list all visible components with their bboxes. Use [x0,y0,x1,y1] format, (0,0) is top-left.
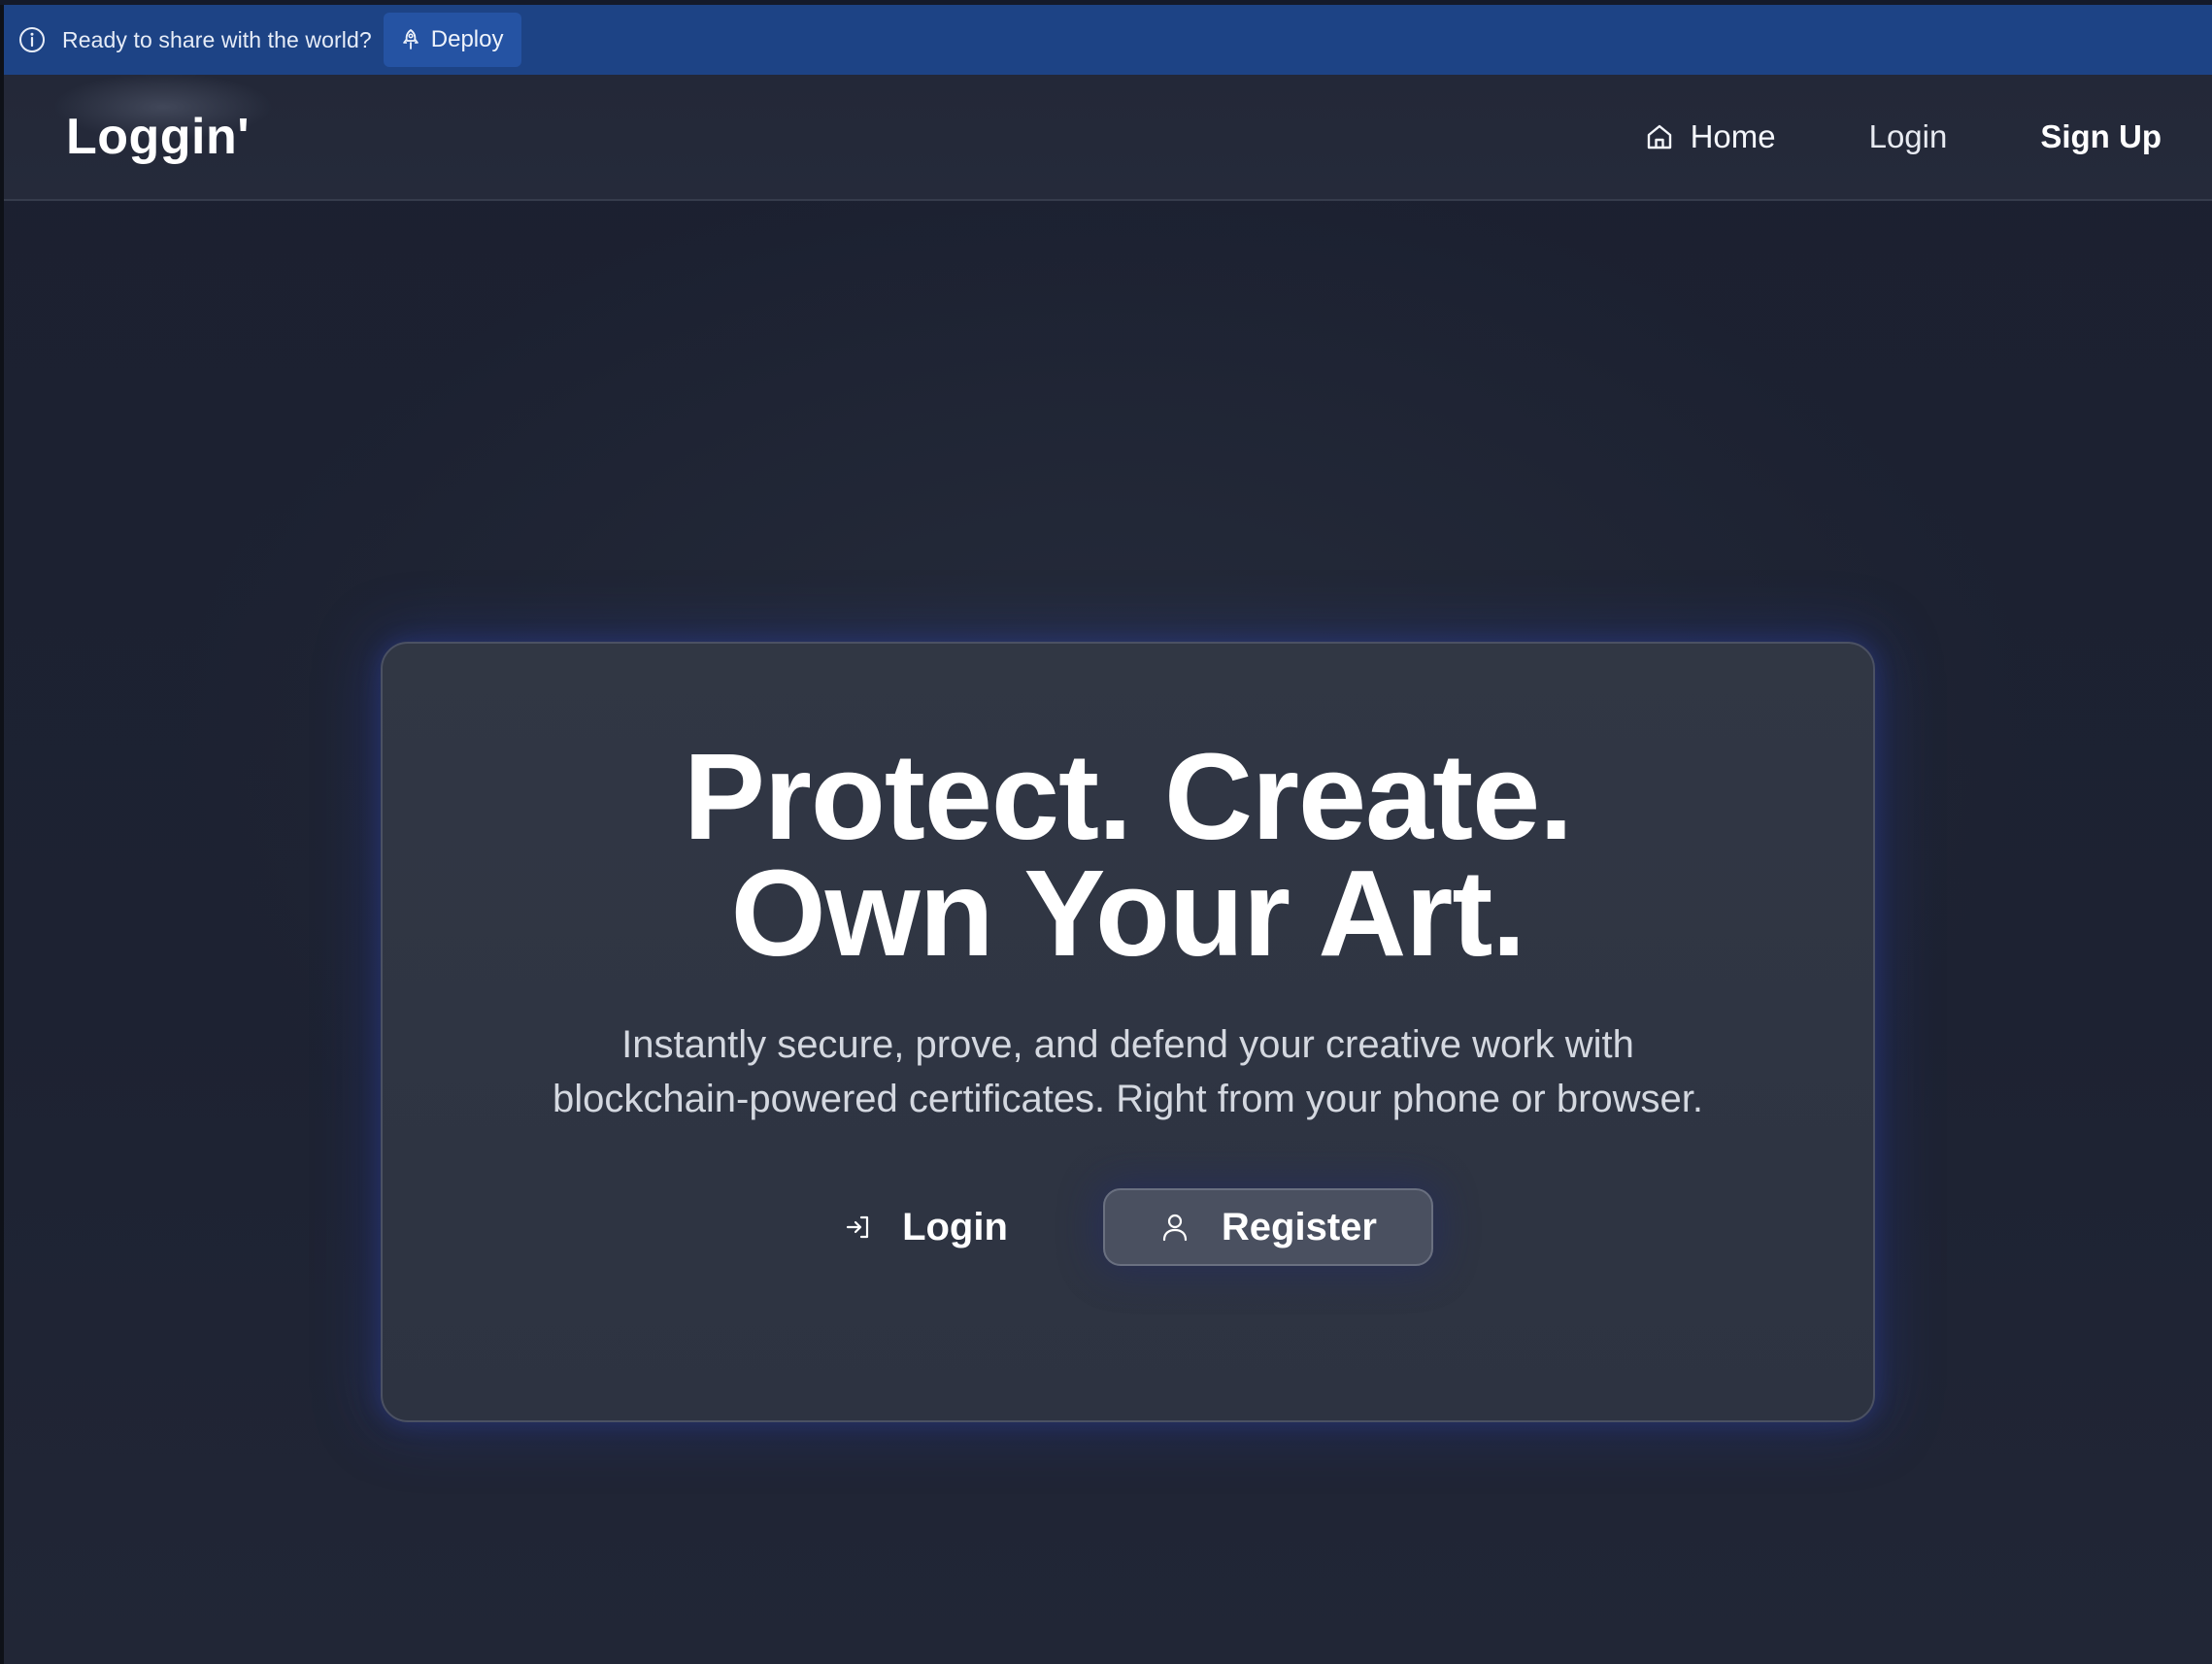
hero-title: Protect. Create. Own Your Art. [383,728,1873,982]
hero-title-line-2: Own Your Art. [730,845,1526,982]
hero-subtitle: Instantly secure, prove, and defend your… [383,1017,1873,1126]
hero-title-line-1: Protect. Create. [683,728,1573,865]
hero-register-button[interactable]: Register [1102,1188,1433,1266]
hero-login-button[interactable]: Login [822,1188,1027,1266]
deploy-banner: Ready to share with the world? Deploy [4,5,2212,75]
banner-message: Ready to share with the world? [62,26,372,52]
hero-register-label: Register [1221,1205,1377,1248]
nav-login-link[interactable]: Login [1869,118,1948,155]
hero-subtitle-line-1: Instantly secure, prove, and defend your… [621,1023,1634,1066]
deploy-label: Deploy [430,26,504,52]
rocket-icon [399,27,422,52]
nav-links: Home Login Sign Up [1644,75,2162,199]
site-logo[interactable]: Loggin' [66,108,250,166]
nav-home-label: Home [1690,118,1776,154]
info-circle-icon [17,25,47,54]
nav-signup-link[interactable]: Sign Up [2040,118,2162,155]
hero-login-label: Login [902,1205,1008,1248]
nav-home-link[interactable]: Home [1644,118,1776,155]
deploy-button[interactable]: Deploy [383,13,521,67]
user-icon [1159,1212,1190,1243]
hero-actions: Login Register [383,1188,1873,1266]
home-icon [1644,121,1675,152]
top-navbar: Loggin' Home Login Sign Up [4,75,2212,201]
hero-card: Protect. Create. Own Your Art. Instantly… [381,642,1875,1422]
app-frame: Ready to share with the world? Deploy Lo… [0,0,2212,1664]
log-in-icon [842,1211,875,1244]
hero-subtitle-line-2: blockchain-powered certificates. Right f… [553,1078,1703,1120]
